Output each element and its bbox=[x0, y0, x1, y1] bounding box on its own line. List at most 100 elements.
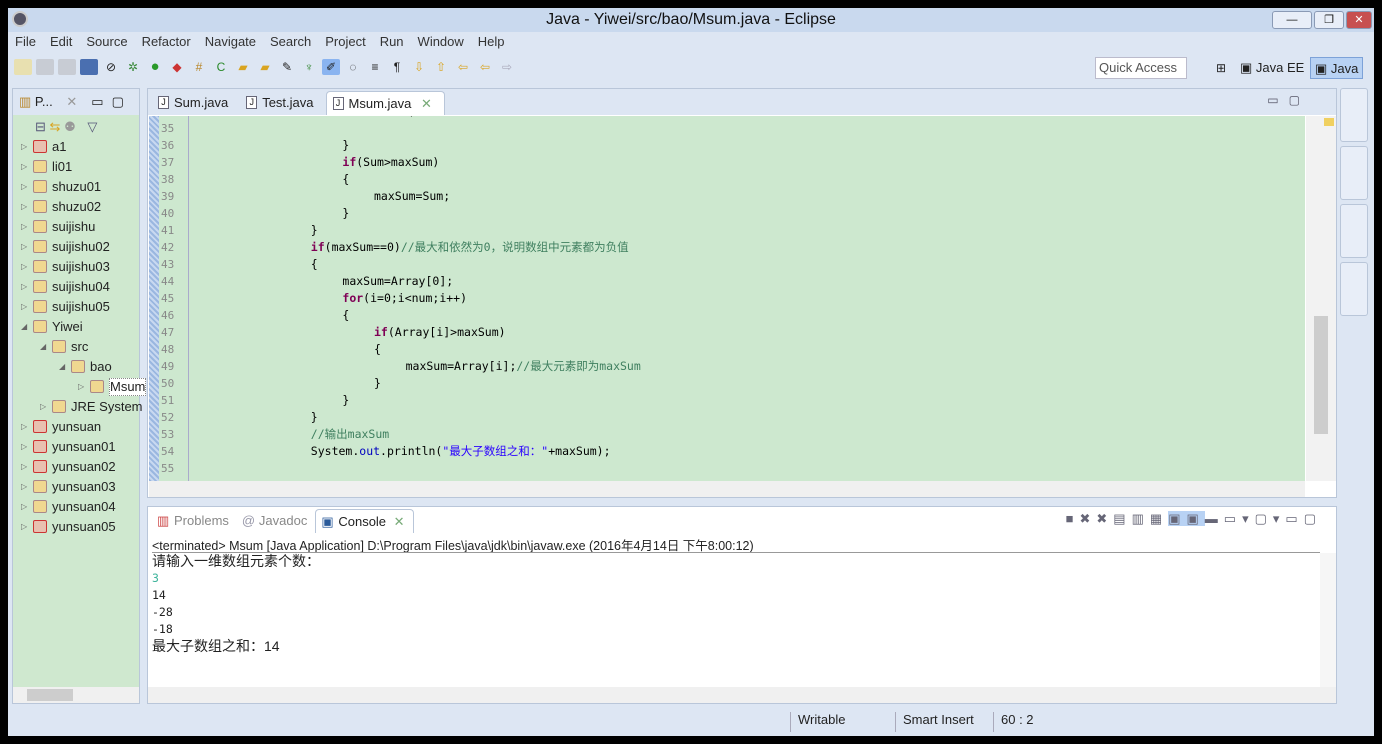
console-hscrollbar[interactable] bbox=[148, 687, 1336, 703]
minimize-icon[interactable]: ▭ bbox=[1267, 93, 1278, 107]
tree-item-yunsuan03[interactable]: ▷ yunsuan03 bbox=[13, 477, 139, 497]
collapsed-arrow-icon[interactable]: ▷ bbox=[21, 437, 27, 457]
tree-item-msum[interactable]: ▷ Msum bbox=[13, 377, 147, 397]
open-perspective-icon[interactable]: ⊞ bbox=[1212, 60, 1230, 76]
collapsed-arrow-icon[interactable]: ▷ bbox=[21, 177, 27, 197]
menu-run[interactable]: Run bbox=[373, 32, 411, 52]
annotation-icon[interactable]: ♆ bbox=[300, 59, 318, 75]
tree-item-yunsuan04[interactable]: ▷ yunsuan04 bbox=[13, 497, 139, 517]
open-console-icon[interactable]: ▢▾ bbox=[1255, 511, 1286, 526]
trim-group[interactable] bbox=[1340, 146, 1368, 200]
run-icon[interactable]: ● bbox=[146, 59, 164, 75]
close-icon[interactable]: ✕ bbox=[66, 94, 77, 109]
mark-occurrences-icon[interactable]: ✐ bbox=[322, 59, 340, 75]
collapsed-arrow-icon[interactable]: ▷ bbox=[21, 457, 27, 477]
tree-item-suijishu05[interactable]: ▷ suijishu05 bbox=[13, 297, 139, 317]
remove-all-icon[interactable]: ✖ bbox=[1096, 511, 1113, 526]
close-tab-icon[interactable]: ✕ bbox=[390, 514, 405, 529]
view-menu-icon[interactable]: ▽ bbox=[87, 119, 97, 134]
editor-vscrollbar[interactable] bbox=[1306, 116, 1336, 481]
forward-icon[interactable]: ⇨ bbox=[498, 59, 516, 75]
search-icon[interactable]: ✎ bbox=[278, 59, 296, 75]
collapsed-arrow-icon[interactable]: ▷ bbox=[21, 277, 27, 297]
tree-item-suijishu04[interactable]: ▷ suijishu04 bbox=[13, 277, 139, 297]
next-annotation-icon[interactable]: ⇩ bbox=[410, 59, 428, 75]
menu-window[interactable]: Window bbox=[411, 32, 471, 52]
save-all-icon[interactable] bbox=[58, 59, 76, 75]
pilcrow-icon[interactable]: ¶ bbox=[388, 59, 406, 75]
coverage-icon[interactable]: ◆ bbox=[168, 59, 186, 75]
tree-item-yunsuan[interactable]: ▷ yunsuan bbox=[13, 417, 139, 437]
trim-group[interactable] bbox=[1340, 262, 1368, 316]
minimize-icon[interactable]: ▭ bbox=[91, 94, 103, 109]
clear-console-icon[interactable]: ▤ bbox=[1113, 511, 1131, 526]
collapsed-arrow-icon[interactable]: ▷ bbox=[21, 197, 27, 217]
maximize-button[interactable]: ❐ bbox=[1314, 11, 1344, 29]
menu-navigate[interactable]: Navigate bbox=[198, 32, 263, 52]
open-folder-icon[interactable]: ▰ bbox=[256, 59, 274, 75]
explorer-hscrollbar[interactable] bbox=[13, 687, 139, 703]
tree-item-bao[interactable]: ◢ bao bbox=[13, 357, 139, 377]
collapsed-arrow-icon[interactable]: ▷ bbox=[21, 217, 27, 237]
maximize-icon[interactable]: ▢ bbox=[1289, 93, 1300, 107]
collapsed-arrow-icon[interactable]: ▷ bbox=[21, 417, 27, 437]
tab-javadoc[interactable]: @ Javadoc bbox=[237, 509, 315, 533]
tab-console[interactable]: ▣ Console ✕ bbox=[315, 509, 414, 533]
collapsed-arrow-icon[interactable]: ▷ bbox=[21, 257, 27, 277]
menu-refactor[interactable]: Refactor bbox=[135, 32, 198, 52]
expanded-arrow-icon[interactable]: ◢ bbox=[40, 337, 46, 357]
tab-problems[interactable]: ▥ Problems bbox=[152, 509, 237, 533]
pin-console-icon[interactable]: ▬ bbox=[1205, 511, 1224, 526]
terminal-icon[interactable] bbox=[80, 59, 98, 75]
console-output[interactable]: 请输入一维数组元素个数： 3 14 -28 -18 最大子数组之和：14 bbox=[152, 552, 1320, 688]
minimize-icon[interactable]: ▭ bbox=[1285, 511, 1303, 526]
show-stdout-icon[interactable]: ▣ bbox=[1168, 511, 1187, 526]
tree-item-yunsuan01[interactable]: ▷ yunsuan01 bbox=[13, 437, 139, 457]
collapsed-arrow-icon[interactable]: ▷ bbox=[21, 157, 27, 177]
terminate-icon[interactable]: ■ bbox=[1066, 511, 1080, 526]
perspective-java[interactable]: ▣ Java bbox=[1310, 57, 1364, 79]
tree-item-suijishu03[interactable]: ▷ suijishu03 bbox=[13, 257, 139, 277]
tree-item-suijishu[interactable]: ▷ suijishu bbox=[13, 217, 139, 237]
close-tab-icon[interactable]: ✕ bbox=[417, 96, 432, 111]
quick-access-input[interactable]: Quick Access bbox=[1095, 57, 1187, 79]
menu-project[interactable]: Project bbox=[318, 32, 372, 52]
package-explorer-tab[interactable]: ▥ P... ✕ ▭ ▢ bbox=[13, 89, 139, 115]
word-wrap-icon[interactable]: ▦ bbox=[1150, 511, 1168, 526]
trim-group[interactable] bbox=[1340, 88, 1368, 142]
collapsed-arrow-icon[interactable]: ▷ bbox=[21, 497, 27, 517]
tree-item-li01[interactable]: ▷ li01 bbox=[13, 157, 139, 177]
perspective-java-ee[interactable]: ▣ Java EE bbox=[1236, 57, 1308, 79]
menu-help[interactable]: Help bbox=[471, 32, 512, 52]
menu-search[interactable]: Search bbox=[263, 32, 318, 52]
block-selection-icon[interactable]: ◌ bbox=[344, 59, 362, 75]
code-area[interactable]: 34Sum=0;3536}37if(Sum>maxSum)38{39maxSum… bbox=[149, 116, 1305, 481]
debug-icon[interactable]: ✲ bbox=[124, 59, 142, 75]
show-stderr-icon[interactable]: ▣ bbox=[1186, 511, 1205, 526]
tree-item-yunsuan05[interactable]: ▷ yunsuan05 bbox=[13, 517, 139, 537]
collapsed-arrow-icon[interactable]: ▷ bbox=[21, 237, 27, 257]
menu-file[interactable]: File bbox=[8, 32, 43, 52]
expanded-arrow-icon[interactable]: ◢ bbox=[59, 357, 65, 377]
new-icon[interactable] bbox=[14, 59, 32, 75]
skip-breakpoints-icon[interactable]: ⊘ bbox=[102, 59, 120, 75]
tree-item-shuzu02[interactable]: ▷ shuzu02 bbox=[13, 197, 139, 217]
tree-item-jre-system[interactable]: ▷ JRE System bbox=[13, 397, 143, 417]
tree-item-yiwei[interactable]: ◢ Yiwei bbox=[13, 317, 139, 337]
trim-group[interactable] bbox=[1340, 204, 1368, 258]
tab-sum-java[interactable]: J Sum.java bbox=[152, 91, 240, 115]
save-icon[interactable] bbox=[36, 59, 54, 75]
menu-edit[interactable]: Edit bbox=[43, 32, 79, 52]
editor-hscrollbar[interactable] bbox=[149, 481, 1305, 497]
tab-msum-java[interactable]: J Msum.java ✕ bbox=[325, 91, 445, 115]
collapse-all-icon[interactable]: ⊟ bbox=[35, 119, 46, 134]
prev-annotation-icon[interactable]: ⇧ bbox=[432, 59, 450, 75]
last-edit-icon[interactable]: ⇦ bbox=[454, 59, 472, 75]
remove-launch-icon[interactable]: ✖ bbox=[1079, 511, 1096, 526]
back-icon[interactable]: ⇦ bbox=[476, 59, 494, 75]
focus-icon[interactable]: ⚉ bbox=[64, 119, 76, 134]
link-editor-icon[interactable]: ⇆ bbox=[50, 119, 61, 134]
menu-source[interactable]: Source bbox=[79, 32, 134, 52]
open-type-icon[interactable]: ▰ bbox=[234, 59, 252, 75]
show-whitespace-icon[interactable]: ≡ bbox=[366, 59, 384, 75]
